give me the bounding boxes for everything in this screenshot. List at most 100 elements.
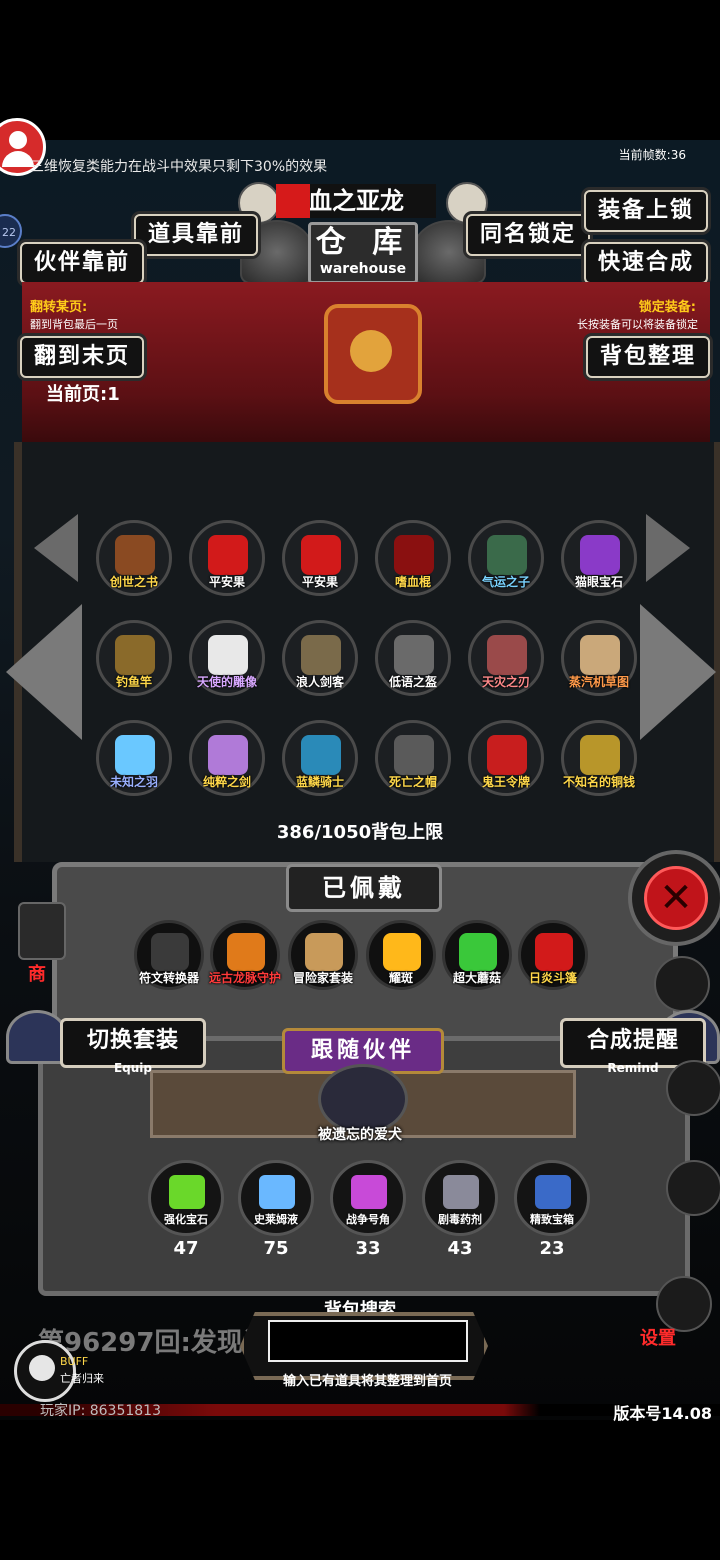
item-icon	[580, 735, 620, 775]
switch-set-label: 切换套装	[86, 1028, 179, 1053]
player-ip: 玩家IP: 86351813	[40, 1403, 161, 1419]
inventory-slot[interactable]: 猫眼宝石	[561, 520, 637, 596]
consumable-count: 33	[355, 1238, 381, 1259]
inventory-slot[interactable]: 浪人剑客	[282, 620, 358, 696]
worn-slot[interactable]: 冒险家套装	[288, 920, 358, 990]
inventory-slot[interactable]: 天使的雕像	[189, 620, 265, 696]
worn-item-icon	[151, 933, 189, 971]
inventory-slot[interactable]: 嗜血棍	[375, 520, 451, 596]
equip-lock-button[interactable]: 装备上锁	[584, 190, 709, 232]
worn-slot[interactable]: 符文转换器	[134, 920, 204, 990]
consumable-slot[interactable]: 精致宝箱	[514, 1160, 590, 1236]
dice-icon[interactable]	[654, 956, 710, 1012]
consumable-count: 75	[263, 1238, 289, 1259]
consumable-count: 43	[447, 1238, 473, 1259]
consumable-slot[interactable]: 史莱姆液	[238, 1160, 314, 1236]
inventory-slot[interactable]: 蒸汽机草图	[561, 620, 637, 696]
item-icon	[487, 635, 527, 675]
inventory-slot[interactable]: 蓝鳞骑士	[282, 720, 358, 796]
side-icon-1[interactable]	[666, 1060, 720, 1116]
item-label: 创世之书	[109, 575, 158, 589]
close-button[interactable]: ✕	[628, 850, 720, 946]
prev-page-arrow-icon[interactable]	[6, 604, 82, 740]
next-page-arrow-icon[interactable]	[640, 604, 716, 740]
worn-slot[interactable]: 超大蘑菇	[442, 920, 512, 990]
worn-item-icon	[227, 933, 265, 971]
pet-name: 被遗忘的爱犬	[318, 1127, 402, 1143]
worn-slot[interactable]: 日炎斗篷	[518, 920, 588, 990]
warehouse-title-cn: 仓 库	[315, 225, 411, 260]
item-icon	[301, 735, 341, 775]
item-icon	[301, 535, 341, 575]
inventory-slot[interactable]: 钓鱼竿	[96, 620, 172, 696]
item-label: 猫眼宝石	[574, 575, 623, 589]
worn-slot[interactable]: 远古龙脉守护	[209, 920, 281, 990]
item-icon	[115, 535, 155, 575]
search-hint: 输入已有道具将其整理到首页	[282, 1374, 452, 1389]
item-label: 气运之子	[481, 575, 530, 589]
item-icon	[487, 535, 527, 575]
item-icon	[580, 535, 620, 575]
item-label: 平安果	[301, 575, 338, 589]
inventory-slot[interactable]: 创世之书	[96, 520, 172, 596]
lion-crest-icon	[324, 304, 422, 404]
next-arrow-icon[interactable]	[646, 514, 690, 582]
inventory-slot[interactable]: 天灾之刃	[468, 620, 544, 696]
consumable-count: 47	[173, 1238, 199, 1259]
consumable-icon	[259, 1175, 295, 1209]
consumable-label: 史莱姆液	[254, 1213, 298, 1226]
item-label: 天灾之刃	[481, 675, 530, 689]
item-label: 低语之盔	[388, 675, 437, 689]
lock-equip-hint: 长按装备可以将装备锁定	[577, 318, 698, 331]
fps-counter: 当前帧数:36	[618, 148, 686, 162]
worn-slot[interactable]: 耀斑	[366, 920, 436, 990]
switch-set-en: Equip	[113, 1061, 153, 1075]
partner-front-button[interactable]: 伙伴靠前	[20, 242, 145, 284]
settings-label[interactable]: 设置	[640, 1324, 676, 1350]
inventory-slot[interactable]: 死亡之帽	[375, 720, 451, 796]
inventory-slot[interactable]: 纯粹之剑	[189, 720, 265, 796]
item-label: 钓鱼竿	[115, 675, 152, 689]
shop-label[interactable]: 商	[28, 960, 46, 986]
flip-page-note: 翻转某页:	[30, 300, 88, 315]
inventory-slot[interactable]: 气运之子	[468, 520, 544, 596]
switch-set-button[interactable]: 切换套装 Equip	[60, 1018, 206, 1075]
battle-log: 第96297回:发现试	[38, 1328, 260, 1358]
consumable-slot[interactable]: 战争号角	[330, 1160, 406, 1236]
same-name-lock-button[interactable]: 同名锁定	[466, 214, 591, 256]
item-label: 未知之羽	[109, 775, 158, 789]
consumable-icon	[169, 1175, 205, 1209]
merge-remind-label: 合成提醒	[586, 1028, 679, 1053]
consumable-slot[interactable]: 强化宝石	[148, 1160, 224, 1236]
items-front-button[interactable]: 道具靠前	[134, 214, 259, 256]
inventory-slot[interactable]: 低语之盔	[375, 620, 451, 696]
helmet-icon-left	[6, 1010, 68, 1064]
worn-item-icon	[535, 933, 573, 971]
sort-bag-button[interactable]: 背包整理	[586, 336, 711, 378]
owner-name: 血之亚龙	[308, 187, 404, 215]
worn-item-icon	[459, 933, 497, 971]
current-page-label: 当前页:1	[46, 384, 120, 405]
shop-icon[interactable]	[18, 902, 66, 960]
lock-equip-note: 锁定装备:	[638, 300, 696, 315]
prev-arrow-icon[interactable]	[34, 514, 78, 582]
bag-capacity: 386/1050背包上限	[276, 822, 444, 843]
consumable-slot[interactable]: 剧毒药剂	[422, 1160, 498, 1236]
inventory-slot[interactable]: 不知名的铜钱	[561, 720, 637, 796]
item-label: 平安果	[208, 575, 245, 589]
item-label: 浪人剑客	[295, 675, 344, 689]
item-icon	[580, 635, 620, 675]
item-label: 蓝鳞骑士	[295, 775, 344, 789]
close-icon: ✕	[659, 875, 693, 921]
go-last-page-button[interactable]: 翻到末页	[20, 336, 145, 378]
quick-merge-button[interactable]: 快速合成	[584, 242, 709, 284]
bag-search-input[interactable]	[268, 1320, 468, 1362]
item-label: 死亡之帽	[388, 775, 437, 789]
inventory-slot[interactable]: 平安果	[282, 520, 358, 596]
inventory-slot[interactable]: 平安果	[189, 520, 265, 596]
side-icon-2[interactable]	[666, 1160, 720, 1216]
inventory-slot[interactable]: 鬼王令牌	[468, 720, 544, 796]
inventory-slot[interactable]: 未知之羽	[96, 720, 172, 796]
worn-item-label: 日炎斗篷	[528, 971, 577, 985]
worn-title: 已佩戴	[286, 864, 442, 912]
